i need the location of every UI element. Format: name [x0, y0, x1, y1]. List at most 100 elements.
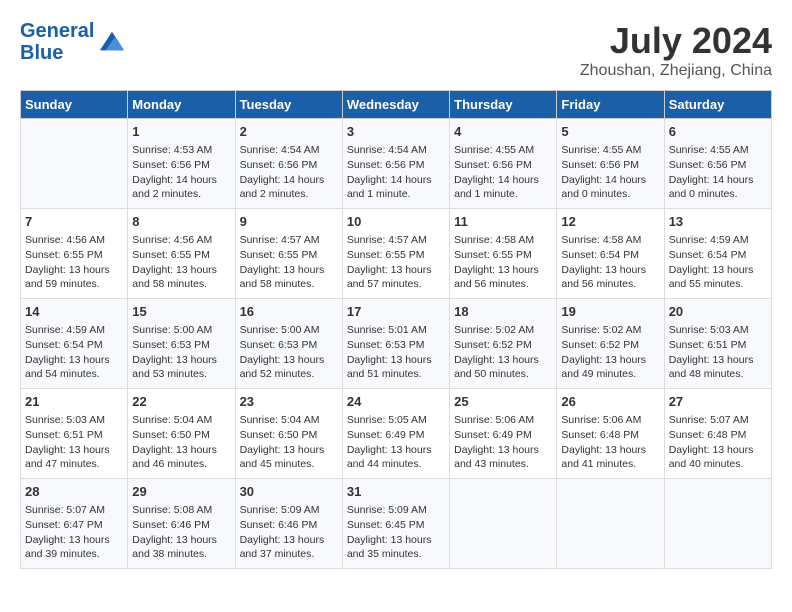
- weekday-header: Monday: [128, 91, 235, 119]
- calendar-cell: 18 Sunrise: 5:02 AM Sunset: 6:52 PM Dayli…: [450, 299, 557, 389]
- day-info: Sunrise: 5:03 AM Sunset: 6:51 PM Dayligh…: [669, 323, 767, 382]
- calendar-cell: 24 Sunrise: 5:05 AM Sunset: 6:49 PM Dayli…: [342, 389, 449, 479]
- day-info: Sunrise: 5:05 AM Sunset: 6:49 PM Dayligh…: [347, 413, 445, 472]
- day-number: 17: [347, 303, 445, 321]
- logo-blue: Blue: [20, 42, 63, 64]
- day-info: Sunrise: 5:08 AM Sunset: 6:46 PM Dayligh…: [132, 503, 230, 562]
- day-info: Sunrise: 4:59 AM Sunset: 6:54 PM Dayligh…: [25, 323, 123, 382]
- calendar-week-row: 21 Sunrise: 5:03 AM Sunset: 6:51 PM Dayli…: [21, 389, 772, 479]
- day-info: Sunrise: 4:54 AM Sunset: 6:56 PM Dayligh…: [240, 143, 338, 202]
- day-info: Sunrise: 5:02 AM Sunset: 6:52 PM Dayligh…: [454, 323, 552, 382]
- day-number: 24: [347, 393, 445, 411]
- day-number: 4: [454, 123, 552, 141]
- day-number: 12: [561, 213, 659, 231]
- calendar-cell: 22Sunrise: 5:04 AM Sunset: 6:50 PM Dayli…: [128, 389, 235, 479]
- calendar-cell: 13Sunrise: 4:59 AM Sunset: 6:54 PM Dayli…: [664, 209, 771, 299]
- title-block: July 2024 Zhoushan, Zhejiang, China: [580, 20, 772, 80]
- weekday-header: Friday: [557, 91, 664, 119]
- calendar-week-row: 14 Sunrise: 4:59 AM Sunset: 6:54 PM Dayli…: [21, 299, 772, 389]
- calendar-week-row: 7 Sunrise: 4:56 AM Sunset: 6:55 PM Daylig…: [21, 209, 772, 299]
- day-number: 19: [561, 303, 659, 321]
- month-title: July 2024: [580, 20, 772, 62]
- calendar-cell: 3Sunrise: 4:54 AM Sunset: 6:56 PM Daylig…: [342, 119, 449, 209]
- calendar-cell: 5 Sunrise: 4:55 AM Sunset: 6:56 PM Daylig…: [557, 119, 664, 209]
- day-number: 5: [561, 123, 659, 141]
- day-info: Sunrise: 5:04 AM Sunset: 6:50 PM Dayligh…: [240, 413, 338, 472]
- calendar-cell: 6 Sunrise: 4:55 AM Sunset: 6:56 PM Daylig…: [664, 119, 771, 209]
- day-number: 29: [132, 483, 230, 501]
- day-number: 10: [347, 213, 445, 231]
- day-number: 27: [669, 393, 767, 411]
- day-info: Sunrise: 5:00 AM Sunset: 6:53 PM Dayligh…: [132, 323, 230, 382]
- calendar-cell: 17 Sunrise: 5:01 AM Sunset: 6:53 PM Dayli…: [342, 299, 449, 389]
- calendar-cell: 4 Sunrise: 4:55 AM Sunset: 6:56 PM Daylig…: [450, 119, 557, 209]
- day-number: 28: [25, 483, 123, 501]
- day-info: Sunrise: 4:57 AM Sunset: 6:55 PM Dayligh…: [240, 233, 338, 292]
- day-number: 13: [669, 213, 767, 231]
- day-number: 22: [132, 393, 230, 411]
- day-number: 8: [132, 213, 230, 231]
- calendar-cell: 11 Sunrise: 4:58 AM Sunset: 6:55 PM Dayli…: [450, 209, 557, 299]
- day-info: Sunrise: 4:55 AM Sunset: 6:56 PM Dayligh…: [561, 143, 659, 202]
- calendar-cell: 20Sunrise: 5:03 AM Sunset: 6:51 PM Dayli…: [664, 299, 771, 389]
- day-info: Sunrise: 4:55 AM Sunset: 6:56 PM Dayligh…: [669, 143, 767, 202]
- calendar-cell: 19 Sunrise: 5:02 AM Sunset: 6:52 PM Dayli…: [557, 299, 664, 389]
- calendar-cell: 27 Sunrise: 5:07 AM Sunset: 6:48 PM Dayli…: [664, 389, 771, 479]
- day-info: Sunrise: 5:00 AM Sunset: 6:53 PM Dayligh…: [240, 323, 338, 382]
- day-info: Sunrise: 4:56 AM Sunset: 6:55 PM Dayligh…: [132, 233, 230, 292]
- calendar-cell: [21, 119, 128, 209]
- calendar-cell: 28Sunrise: 5:07 AM Sunset: 6:47 PM Dayli…: [21, 479, 128, 569]
- day-info: Sunrise: 4:57 AM Sunset: 6:55 PM Dayligh…: [347, 233, 445, 292]
- day-number: 9: [240, 213, 338, 231]
- logo-general: General: [20, 20, 94, 42]
- calendar-cell: 25 Sunrise: 5:06 AM Sunset: 6:49 PM Dayli…: [450, 389, 557, 479]
- weekday-header: Tuesday: [235, 91, 342, 119]
- day-number: 11: [454, 213, 552, 231]
- weekday-header: Wednesday: [342, 91, 449, 119]
- day-number: 26: [561, 393, 659, 411]
- calendar-cell: 23 Sunrise: 5:04 AM Sunset: 6:50 PM Dayli…: [235, 389, 342, 479]
- day-number: 18: [454, 303, 552, 321]
- day-number: 23: [240, 393, 338, 411]
- day-number: 16: [240, 303, 338, 321]
- day-number: 15: [132, 303, 230, 321]
- calendar-cell: 2 Sunrise: 4:54 AM Sunset: 6:56 PM Daylig…: [235, 119, 342, 209]
- day-info: Sunrise: 5:09 AM Sunset: 6:46 PM Dayligh…: [240, 503, 338, 562]
- day-info: Sunrise: 5:06 AM Sunset: 6:48 PM Dayligh…: [561, 413, 659, 472]
- day-info: Sunrise: 4:58 AM Sunset: 6:55 PM Dayligh…: [454, 233, 552, 292]
- calendar-cell: 10 Sunrise: 4:57 AM Sunset: 6:55 PM Dayli…: [342, 209, 449, 299]
- day-info: Sunrise: 5:01 AM Sunset: 6:53 PM Dayligh…: [347, 323, 445, 382]
- weekday-header: Sunday: [21, 91, 128, 119]
- calendar-cell: 1Sunrise: 4:53 AM Sunset: 6:56 PM Daylig…: [128, 119, 235, 209]
- weekday-header: Thursday: [450, 91, 557, 119]
- day-info: Sunrise: 5:07 AM Sunset: 6:48 PM Dayligh…: [669, 413, 767, 472]
- calendar-cell: [664, 479, 771, 569]
- day-number: 2: [240, 123, 338, 141]
- day-info: Sunrise: 5:09 AM Sunset: 6:45 PM Dayligh…: [347, 503, 445, 562]
- day-info: Sunrise: 5:02 AM Sunset: 6:52 PM Dayligh…: [561, 323, 659, 382]
- day-number: 6: [669, 123, 767, 141]
- day-info: Sunrise: 5:06 AM Sunset: 6:49 PM Dayligh…: [454, 413, 552, 472]
- day-number: 3: [347, 123, 445, 141]
- page-header: General Blue July 2024 Zhoushan, Zhejian…: [20, 20, 772, 80]
- calendar-cell: [450, 479, 557, 569]
- day-number: 31: [347, 483, 445, 501]
- day-info: Sunrise: 5:03 AM Sunset: 6:51 PM Dayligh…: [25, 413, 123, 472]
- day-info: Sunrise: 4:58 AM Sunset: 6:54 PM Dayligh…: [561, 233, 659, 292]
- day-number: 30: [240, 483, 338, 501]
- calendar-cell: 12 Sunrise: 4:58 AM Sunset: 6:54 PM Dayli…: [557, 209, 664, 299]
- day-number: 14: [25, 303, 123, 321]
- day-number: 25: [454, 393, 552, 411]
- calendar-cell: 31 Sunrise: 5:09 AM Sunset: 6:45 PM Dayli…: [342, 479, 449, 569]
- day-info: Sunrise: 4:55 AM Sunset: 6:56 PM Dayligh…: [454, 143, 552, 202]
- day-number: 7: [25, 213, 123, 231]
- calendar-header-row: SundayMondayTuesdayWednesdayThursdayFrid…: [21, 91, 772, 119]
- calendar-cell: 14 Sunrise: 4:59 AM Sunset: 6:54 PM Dayli…: [21, 299, 128, 389]
- calendar-cell: 8 Sunrise: 4:56 AM Sunset: 6:55 PM Daylig…: [128, 209, 235, 299]
- calendar-cell: [557, 479, 664, 569]
- day-info: Sunrise: 4:53 AM Sunset: 6:56 PM Dayligh…: [132, 143, 230, 202]
- logo-icon: [98, 28, 126, 56]
- calendar-week-row: 1Sunrise: 4:53 AM Sunset: 6:56 PM Daylig…: [21, 119, 772, 209]
- day-number: 21: [25, 393, 123, 411]
- calendar-cell: 15 Sunrise: 5:00 AM Sunset: 6:53 PM Dayli…: [128, 299, 235, 389]
